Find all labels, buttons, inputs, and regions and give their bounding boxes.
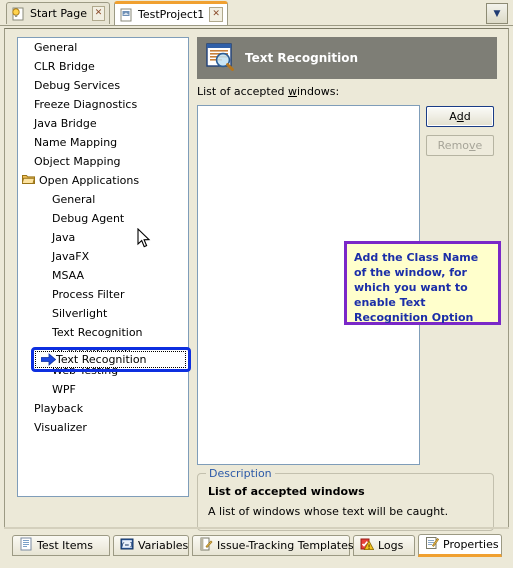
tree-item[interactable]: Text Recognition: [18, 323, 188, 342]
tree-item[interactable]: Open Applications: [18, 171, 188, 190]
tree-item-label: Process Filter: [52, 288, 125, 301]
remove-button: Remo v e: [426, 135, 494, 156]
folder-open-icon: [21, 173, 36, 188]
tab-list-dropdown[interactable]: ▼: [486, 3, 508, 24]
tree-item-label: Name Mapping: [34, 136, 118, 149]
tree-item[interactable]: Process Filter: [18, 285, 188, 304]
tree-item-label: Java Bridge: [34, 117, 97, 130]
list-label: List of accepted windows:: [197, 85, 497, 98]
mouse-cursor: [137, 227, 151, 252]
tree-item[interactable]: Name Mapping: [18, 133, 188, 152]
view-tab-variables[interactable]: Y=1 Variables: [113, 535, 189, 556]
list-label-accel: w: [287, 85, 297, 98]
issue-tracking-icon: [199, 537, 213, 554]
add-button[interactable]: Add: [426, 106, 494, 127]
annotation-arrow-icon: [40, 353, 57, 369]
tree-item-label: JavaFX: [52, 250, 90, 263]
close-icon[interactable]: ✕: [92, 6, 105, 21]
description-legend: Description: [206, 467, 275, 480]
tree-item-label: Visualizer: [34, 421, 87, 434]
panel-bottom-shadow: [4, 527, 509, 529]
logs-icon: [360, 537, 375, 554]
tree-item-label: General: [52, 193, 96, 206]
tree-item-label: Open Applications: [39, 174, 140, 187]
description-title: List of accepted windows: [208, 485, 365, 498]
tree-item-label: Object Mapping: [34, 155, 121, 168]
document-tab-label: Start Page: [30, 7, 87, 20]
tree-item[interactable]: Object Mapping: [18, 152, 188, 171]
description-body: A list of windows whose text will be cau…: [208, 505, 449, 518]
remove-button-post: e: [475, 139, 483, 152]
tree-item-label: Text Recognition: [52, 326, 143, 339]
text-recognition-icon: [205, 42, 235, 75]
view-tab-bar: Test Items Y=1 Variables Issue-Tracking Tem…: [4, 531, 509, 561]
pane-header: Text Recognition: [197, 37, 497, 79]
document-tab-bar: Start Page ✕ TestProject1 ✕ ▼: [0, 0, 513, 26]
view-tab-label: Logs: [378, 539, 404, 552]
add-button-accel: d: [456, 110, 464, 123]
annotation-callout-text: Add the Class Name of the window, for wh…: [354, 251, 479, 324]
tree-item[interactable]: General: [18, 38, 188, 57]
close-icon[interactable]: ✕: [209, 7, 223, 22]
tree-item[interactable]: Playback: [18, 399, 188, 418]
tree-item-label: General: [34, 41, 78, 54]
tree-item[interactable]: General: [18, 190, 188, 209]
annotation-callout: Add the Class Name of the window, for wh…: [344, 241, 501, 325]
tree-item-label: Silverlight: [52, 307, 108, 320]
tree-item-label: Freeze Diagnostics: [34, 98, 138, 111]
properties-panel: General CLR Bridge Debug Services Freeze Di…: [4, 28, 509, 531]
tree-item-label: MSAA: [52, 269, 85, 282]
view-tab-issue-tracking-templates[interactable]: Issue-Tracking Templates: [192, 535, 354, 556]
tree-item[interactable]: JavaFX: [18, 247, 188, 266]
view-tab-test-items[interactable]: Test Items: [12, 535, 110, 556]
add-button-post: d: [463, 110, 471, 123]
tree-item[interactable]: Silverlight: [18, 304, 188, 323]
tree-item[interactable]: Visualizer: [18, 418, 188, 437]
tree-item-label: Playback: [34, 402, 84, 415]
document-tab-start-page[interactable]: Start Page ✕: [6, 2, 110, 24]
view-tab-label: Issue-Tracking Templates: [217, 539, 354, 552]
add-button-pre: A: [449, 110, 457, 123]
tree-item[interactable]: WPF: [18, 380, 188, 399]
svg-text:Y=1: Y=1: [120, 541, 133, 548]
project-file-icon: [119, 8, 133, 22]
pane-title: Text Recognition: [245, 51, 359, 65]
tree-item-label: CLR Bridge: [34, 60, 95, 73]
view-tab-label: Test Items: [37, 539, 93, 552]
view-tab-logs[interactable]: Logs: [353, 535, 415, 556]
tree-item[interactable]: Debug Agent: [18, 209, 188, 228]
tree-item[interactable]: Java: [18, 228, 188, 247]
tree-item[interactable]: CLR Bridge: [18, 57, 188, 76]
tab-bar-divider: [0, 25, 513, 26]
tree-item[interactable]: Java Bridge: [18, 114, 188, 133]
text-recognition-pane: Text Recognition List of accepted window…: [197, 37, 501, 531]
description-groupbox: Description List of accepted windows A l…: [197, 467, 494, 531]
tree-item[interactable]: Debug Services: [18, 76, 188, 95]
properties-icon: [425, 536, 440, 553]
lightbulb-page-icon: [11, 7, 25, 21]
tree-item[interactable]: MSAA: [18, 266, 188, 285]
document-tab-testproject1[interactable]: TestProject1 ✕: [114, 1, 228, 25]
tree-item-label: Java: [52, 231, 76, 244]
list-label-prefix: List of accepted: [197, 85, 288, 98]
tree-item-label: Debug Services: [34, 79, 121, 92]
application-window: Start Page ✕ TestProject1 ✕ ▼ General CLR…: [0, 0, 513, 568]
properties-tree[interactable]: General CLR Bridge Debug Services Freeze Di…: [17, 37, 189, 497]
list-label-suffix: indows:: [296, 85, 340, 98]
test-items-icon: [19, 537, 33, 554]
tree-item[interactable]: Freeze Diagnostics: [18, 95, 188, 114]
view-tab-label: Variables: [138, 539, 189, 552]
remove-button-pre: Remo: [437, 139, 470, 152]
tree-item-label: WPF: [52, 383, 76, 396]
document-tab-label: TestProject1: [138, 8, 205, 21]
tree-item-label: Debug Agent: [52, 212, 125, 225]
chevron-down-icon: ▼: [493, 8, 501, 19]
view-tab-label: Properties: [443, 538, 499, 551]
variables-icon: Y=1: [120, 537, 134, 554]
view-tab-properties[interactable]: Properties: [418, 534, 502, 557]
tree-selected-row[interactable]: Text Recognition: [35, 351, 186, 368]
